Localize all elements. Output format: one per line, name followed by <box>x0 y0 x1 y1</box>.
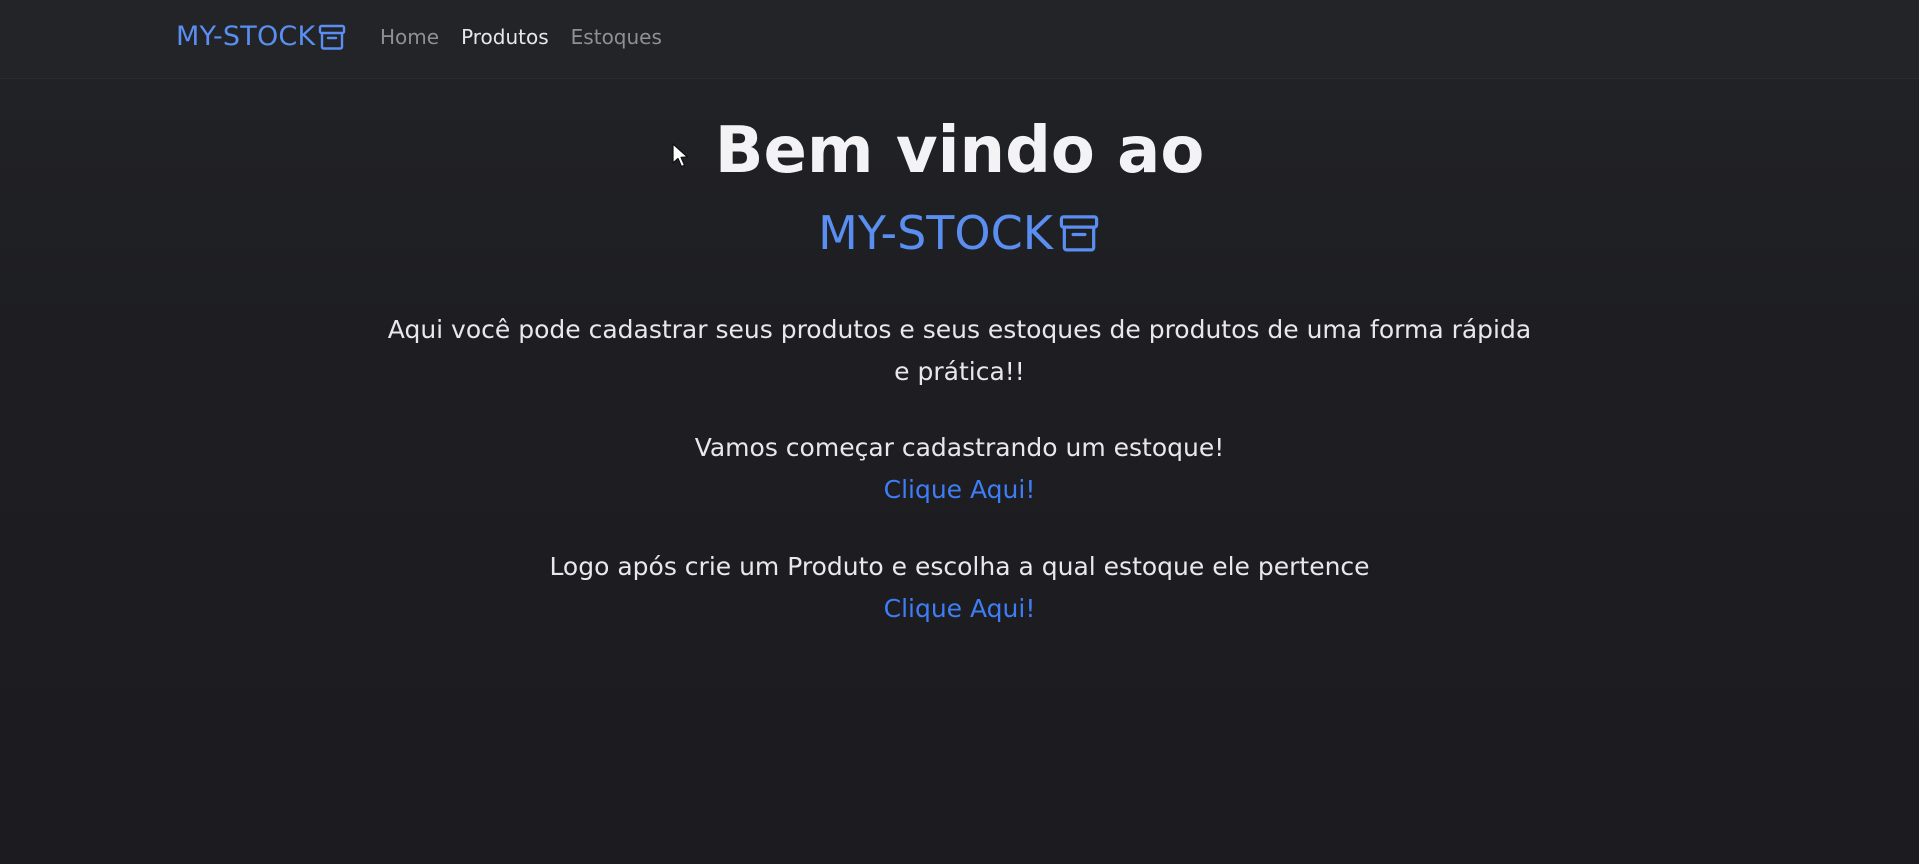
nav-links: Home Produtos Estoques <box>380 25 684 49</box>
page: MY-STOCK Home Produtos Estoques Bem vind… <box>0 0 1919 864</box>
hero-title-text: Bem vindo ao <box>714 114 1205 188</box>
hero-brand: MY-STOCK <box>0 206 1919 260</box>
nav-link-estoques[interactable]: Estoques <box>571 25 662 49</box>
step-1-text: Vamos começar cadastrando um estoque! <box>694 433 1225 462</box>
intro-line-2: e prática!! <box>894 357 1025 386</box>
nav-link-produtos[interactable]: Produtos <box>461 25 549 49</box>
step-2-section: Logo após crie um Produto e escolha a qu… <box>0 546 1919 630</box>
brand-link[interactable]: MY-STOCK <box>176 21 347 52</box>
hero-brand-text: MY-STOCK <box>818 206 1053 260</box>
brand-text: MY-STOCK <box>176 21 316 52</box>
step-2-link[interactable]: Clique Aqui! <box>884 588 1036 630</box>
step-2-text: Logo após crie um Produto e escolha a qu… <box>549 552 1370 581</box>
step-1-section: Vamos começar cadastrando um estoque! Cl… <box>0 427 1919 511</box>
step-1-link[interactable]: Clique Aqui! <box>884 469 1036 511</box>
archive-box-icon <box>1057 211 1101 255</box>
archive-box-icon <box>317 22 347 52</box>
intro-paragraph: Aqui você pode cadastrar seus produtos e… <box>0 309 1919 393</box>
navbar: MY-STOCK Home Produtos Estoques <box>0 0 1919 79</box>
nav-link-home[interactable]: Home <box>380 25 439 49</box>
hero-title: Bem vindo ao <box>0 114 1919 188</box>
intro-line-1: Aqui você pode cadastrar seus produtos e… <box>387 315 1532 344</box>
